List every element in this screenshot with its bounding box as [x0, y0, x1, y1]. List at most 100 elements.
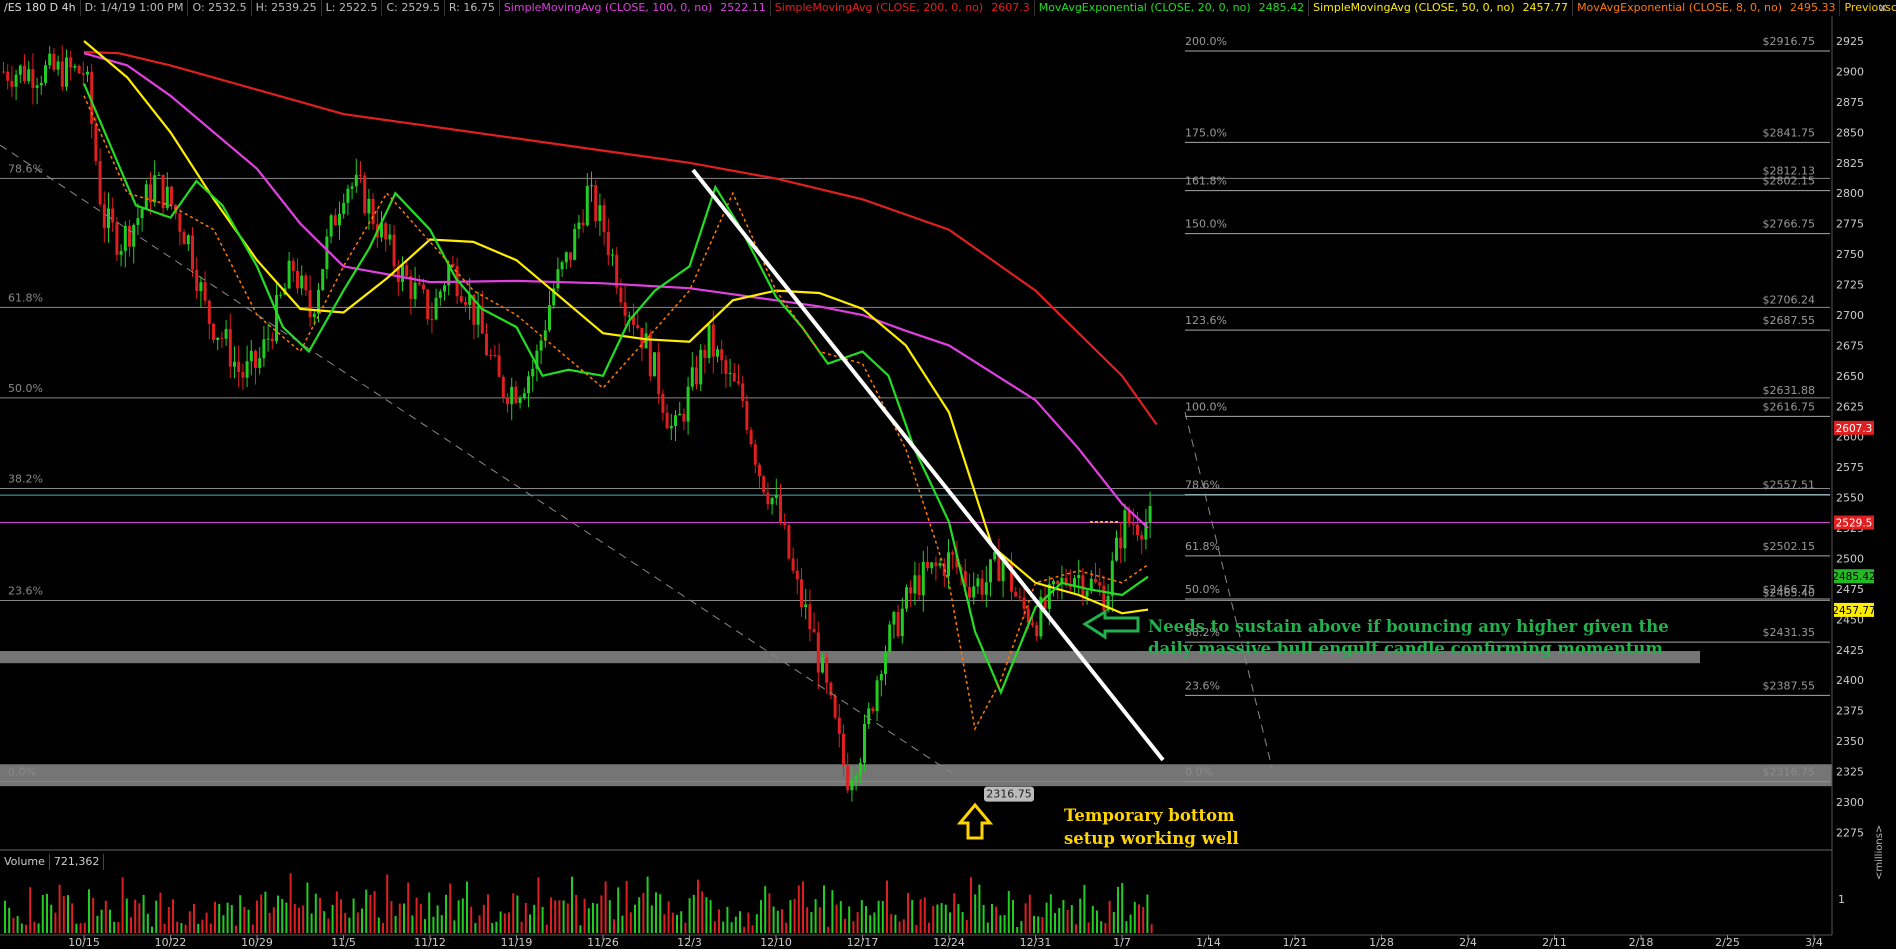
candle-body — [144, 184, 148, 209]
price-badge-label: 2529.5 — [1836, 518, 1873, 530]
volume-bar — [1037, 916, 1040, 933]
candle-body — [758, 464, 761, 477]
symbol-label[interactable]: /ES 180 D 4h — [0, 0, 81, 16]
volume-bar — [785, 922, 788, 933]
volume-bar — [424, 919, 426, 933]
fib-price-label: $2502.15 — [1763, 540, 1816, 553]
candle-body — [585, 186, 589, 226]
volume-bar — [1054, 913, 1056, 933]
candle-body — [405, 265, 409, 277]
volume-bar — [25, 924, 27, 933]
dashed-trendline — [0, 144, 956, 776]
candle-body — [602, 205, 606, 233]
volume-bar — [1129, 914, 1132, 933]
y-tick-label: 2925 — [1836, 35, 1864, 48]
candle-body — [745, 401, 749, 430]
volume-bar — [197, 923, 200, 933]
fib-price-label: $2766.75 — [1763, 218, 1816, 231]
volume-bar — [583, 898, 586, 933]
volume-bar — [226, 902, 229, 933]
candle-body — [665, 412, 669, 429]
volume-bar — [62, 895, 65, 933]
volume-bar — [470, 906, 473, 933]
candle-body — [716, 349, 719, 357]
volume-bar — [285, 902, 288, 933]
volume-bar — [121, 877, 124, 933]
study-value: 2522.11 — [716, 0, 771, 16]
volume-bar — [193, 903, 195, 933]
volume-bar — [1138, 904, 1140, 933]
candle-body — [833, 695, 837, 718]
volume-bar — [999, 915, 1002, 933]
candle-body — [623, 302, 627, 316]
study-label[interactable]: MovAvgExponential (CLOSE, 20, 0, no) — [1035, 0, 1255, 16]
volume-bar — [436, 905, 439, 933]
candle-body — [413, 282, 417, 300]
candle-body — [762, 476, 766, 493]
candle-body — [149, 184, 152, 203]
volume-bar — [566, 903, 569, 933]
x-tick-label: 2/11 — [1542, 936, 1567, 949]
volume-bar — [1083, 884, 1086, 933]
x-tick-label: 11/12 — [414, 936, 446, 949]
volume-bar — [617, 887, 620, 933]
volume-bar — [163, 923, 166, 933]
study-label[interactable]: SimpleMovingAvg (CLOSE, 50, 0, no) — [1309, 0, 1518, 16]
volume-bar — [1016, 926, 1019, 933]
volume-bar — [361, 908, 363, 933]
candle-body — [367, 198, 371, 214]
price-badge-label: 2485.42 — [1832, 571, 1875, 583]
candle-body — [224, 329, 228, 339]
volume-bar — [932, 906, 935, 933]
candle-body — [518, 398, 522, 404]
candle-body — [1056, 580, 1060, 584]
candle-body — [842, 733, 845, 766]
fib-label-left: 38.2% — [8, 472, 43, 485]
volume-bar — [222, 915, 225, 933]
candle-body — [186, 235, 190, 245]
candle-body — [947, 552, 950, 576]
study-label[interactable]: MovAvgExponential (CLOSE, 8, 0, no) — [1573, 0, 1786, 16]
moving-averages — [82, 40, 1158, 732]
candle-body — [888, 624, 892, 653]
candle-body — [304, 275, 308, 291]
candle-body — [81, 73, 85, 75]
candle-body — [178, 213, 182, 232]
volume-bar — [571, 876, 573, 933]
candle-body — [577, 222, 581, 229]
volume-bar — [1024, 903, 1027, 933]
candle-body — [443, 285, 446, 292]
candle-body — [1115, 537, 1118, 561]
candle-body — [917, 575, 921, 596]
candle-body — [128, 225, 131, 247]
volume-bar — [340, 899, 342, 933]
volume-bar — [734, 916, 737, 933]
volume-bar — [814, 899, 817, 933]
volume-bar — [676, 914, 678, 933]
price-chart[interactable]: 78.6%61.8%50.0%38.2%23.6%0.0%200.0%$2916… — [0, 0, 1896, 949]
study-label[interactable]: SimpleMovingAvg (CLOSE, 100, 0, no) — [500, 0, 716, 16]
volume-bar — [860, 900, 863, 933]
volume-bar — [407, 882, 410, 933]
volume-bar — [642, 892, 645, 933]
close-icon[interactable]: ✕ — [1874, 0, 1892, 16]
yellow-arrow-icon — [956, 802, 994, 840]
volume-bar — [319, 897, 321, 933]
volume-bar — [978, 884, 981, 933]
volume-bar — [8, 907, 11, 933]
volume-bar — [1007, 891, 1010, 933]
study-label[interactable]: SimpleMovingAvg (CLOSE, 200, 0, no) — [771, 0, 987, 16]
candle-body — [980, 578, 984, 595]
trend-lines — [0, 144, 1273, 776]
volume-bar — [797, 885, 800, 933]
candle-body — [39, 82, 43, 86]
candle-body — [52, 53, 56, 70]
candle-body — [354, 174, 358, 187]
candle-body — [686, 386, 690, 422]
y-tick-label: 2800 — [1836, 187, 1864, 200]
bar-date: D: 1/4/19 1:00 PM — [81, 0, 189, 16]
candle-body — [569, 252, 572, 260]
study-value: 2457.77 — [1519, 0, 1574, 16]
candle-body — [77, 65, 81, 74]
volume-bar — [524, 902, 527, 933]
